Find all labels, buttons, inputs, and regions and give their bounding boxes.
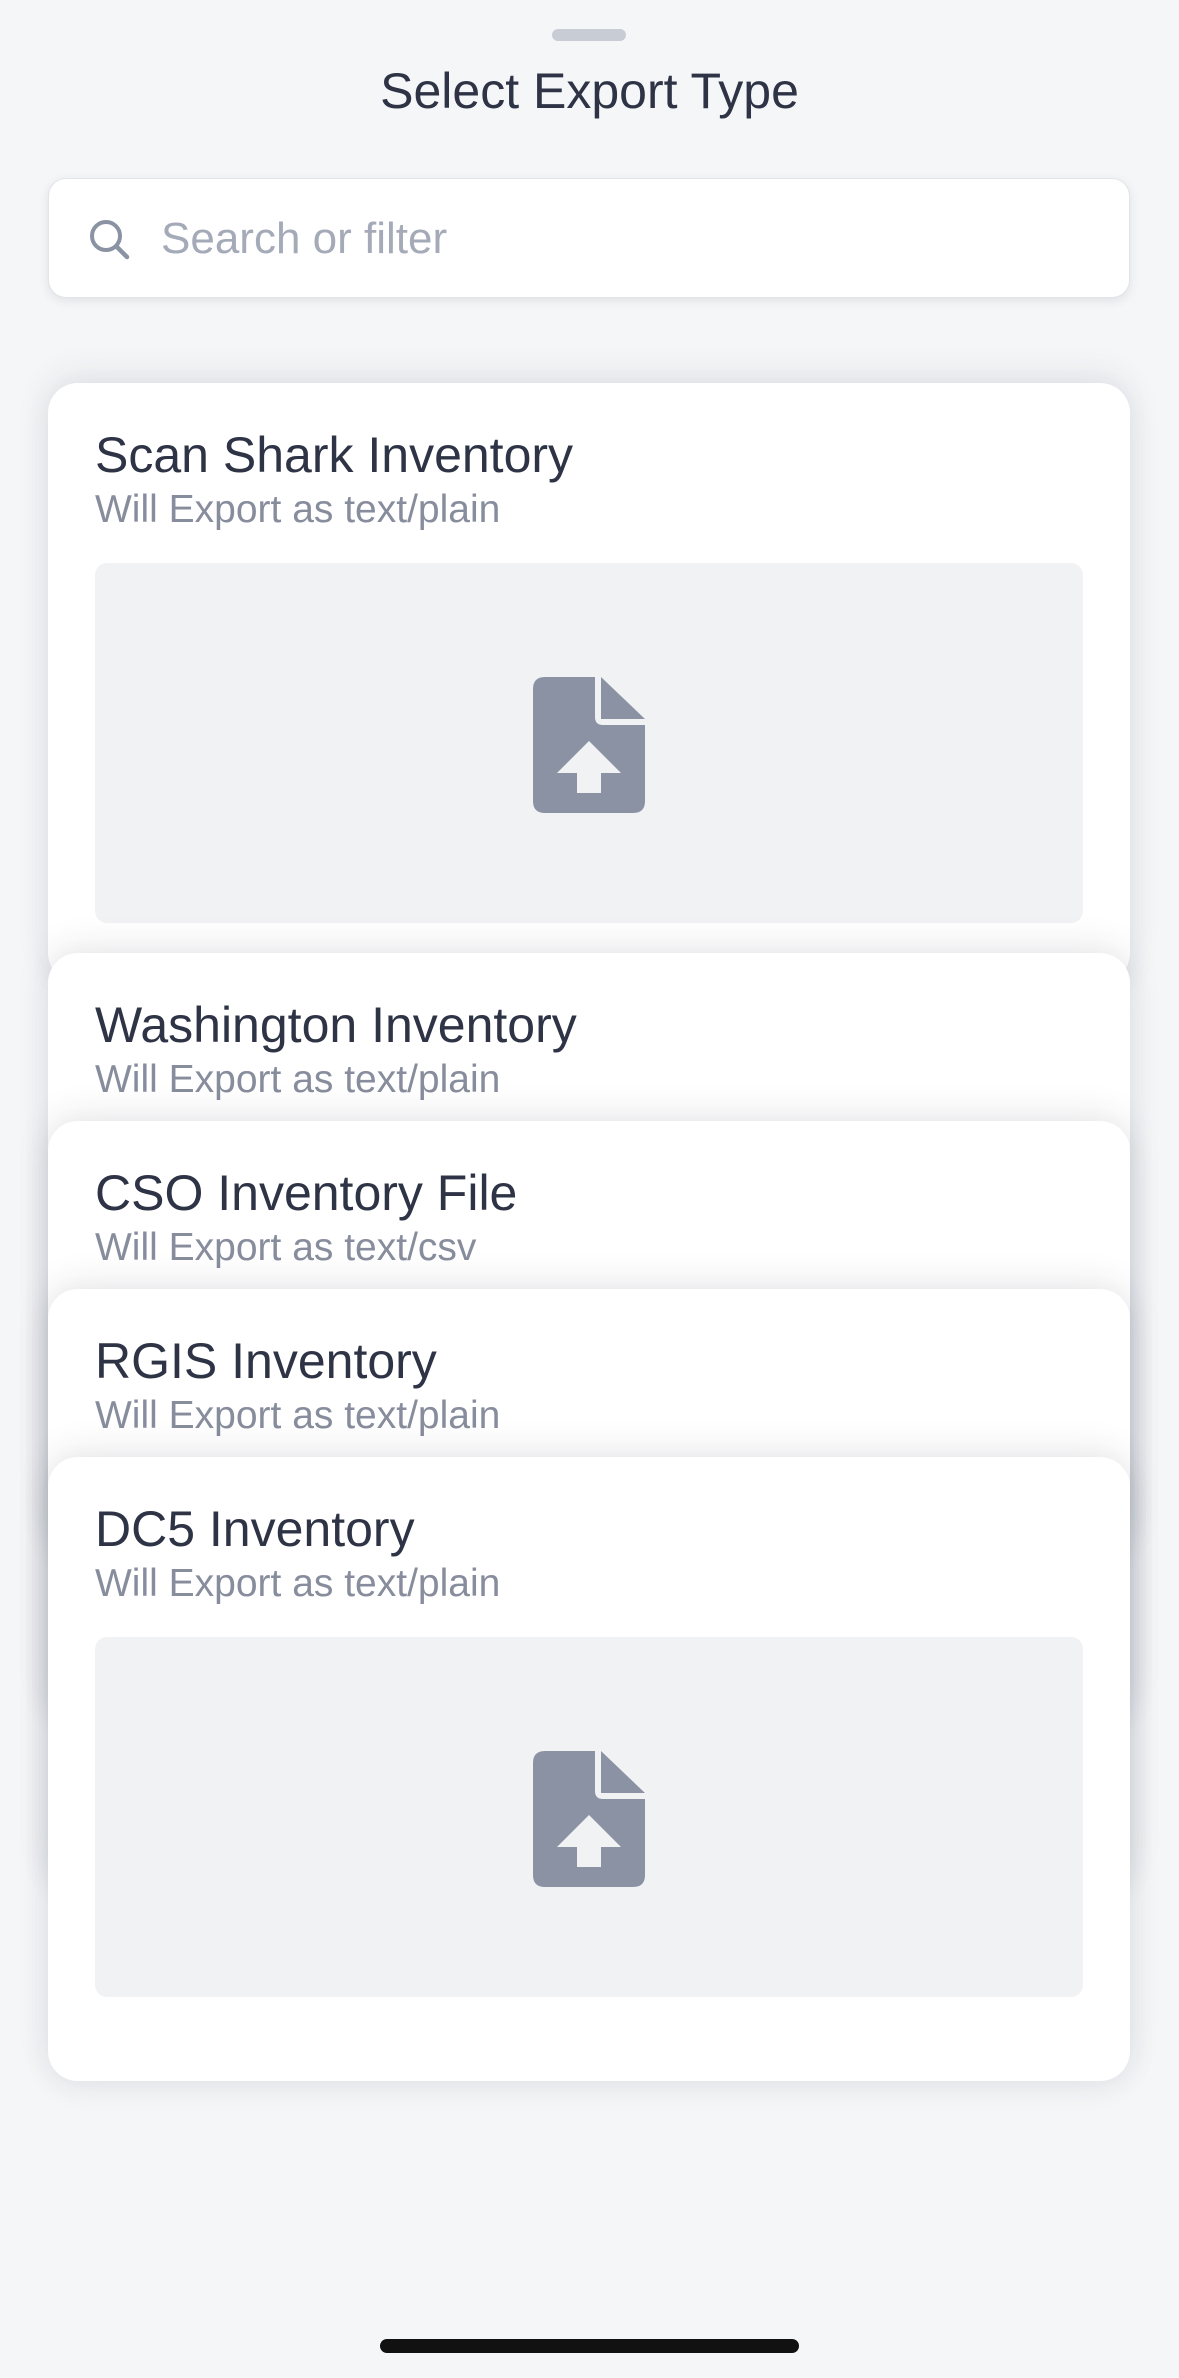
export-type-sheet: Select Export Type Scan Shark Inventory …: [0, 0, 1179, 2378]
file-upload-icon: [533, 1751, 645, 1887]
export-type-card-dc5[interactable]: DC5 Inventory Will Export as text/plain: [48, 1457, 1130, 2081]
export-type-name: Washington Inventory: [95, 997, 577, 1053]
export-type-format: Will Export as text/plain: [95, 1058, 501, 1101]
export-type-name: DC5 Inventory: [95, 1501, 415, 1557]
export-type-format: Will Export as text/csv: [95, 1226, 477, 1269]
export-type-format: Will Export as text/plain: [95, 488, 501, 531]
home-indicator[interactable]: [380, 2339, 799, 2353]
file-upload-icon: [533, 677, 645, 813]
export-type-format: Will Export as text/plain: [95, 1562, 501, 1605]
export-type-name: Scan Shark Inventory: [95, 427, 574, 483]
sheet-grabber[interactable]: [552, 29, 626, 41]
sheet-title: Select Export Type: [380, 63, 799, 119]
export-preview: [95, 1637, 1083, 1997]
search-bar[interactable]: [48, 178, 1130, 298]
export-type-name: CSO Inventory File: [95, 1165, 518, 1221]
search-icon: [90, 220, 130, 260]
export-type-card-scan-shark[interactable]: Scan Shark Inventory Will Export as text…: [48, 383, 1130, 983]
export-type-format: Will Export as text/plain: [95, 1394, 501, 1437]
search-input[interactable]: [161, 209, 1101, 269]
export-type-name: RGIS Inventory: [95, 1333, 437, 1389]
export-preview: [95, 563, 1083, 923]
